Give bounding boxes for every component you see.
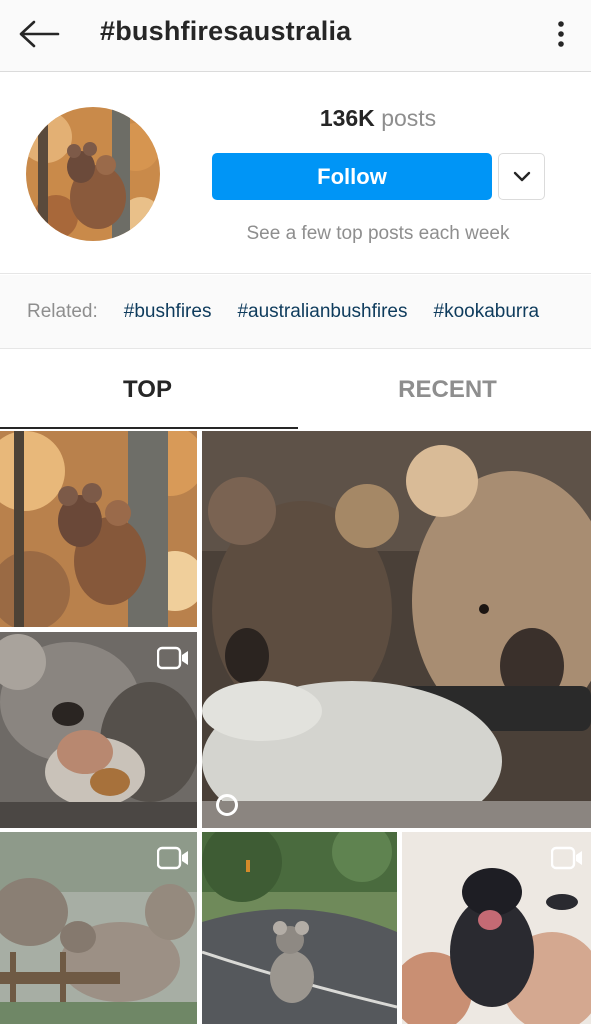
post-count-number: 136K [319,105,375,131]
chevron-down-icon [513,171,530,181]
tab-top[interactable]: TOP [0,350,295,429]
post-count: 136K posts [212,105,544,132]
related-tag[interactable]: #bushfires [124,301,212,323]
follow-options-button[interactable] [498,153,545,200]
grid-post[interactable] [202,832,397,1024]
grid-post[interactable] [0,431,197,627]
video-icon [157,646,188,670]
related-label: Related: [27,300,98,322]
grid-post[interactable] [402,832,591,1024]
video-icon [157,846,188,870]
post-grid [0,431,591,1024]
follow-subtext: See a few top posts each week [246,223,510,244]
related-tag[interactable]: #australianbushfires [237,301,407,323]
video-indicator-icon [216,794,238,816]
hashtag-title: #bushfiresaustralia [100,16,352,46]
active-tab-indicator [0,427,298,429]
hashtag-avatar [26,107,160,241]
grid-post[interactable] [202,431,591,828]
feed-tabs: TOP RECENT [0,350,591,429]
related-hashtags: Related: #bushfires #australianbushfires… [0,275,591,349]
tab-recent[interactable]: RECENT [300,350,591,429]
top-app-bar: #bushfiresaustralia [0,0,591,72]
arrow-left-icon [19,20,60,48]
hashtag-header: 136K posts Follow See a few top posts ea… [0,73,591,274]
more-options-button[interactable] [543,14,579,54]
grid-post[interactable] [0,832,197,1024]
related-tag[interactable]: #kookaburra [434,301,540,323]
grid-post[interactable] [0,632,197,828]
more-vertical-icon [558,21,564,47]
back-button[interactable] [14,14,64,54]
post-count-label: posts [381,105,437,131]
video-icon [551,846,582,870]
follow-button[interactable]: Follow [212,153,492,200]
